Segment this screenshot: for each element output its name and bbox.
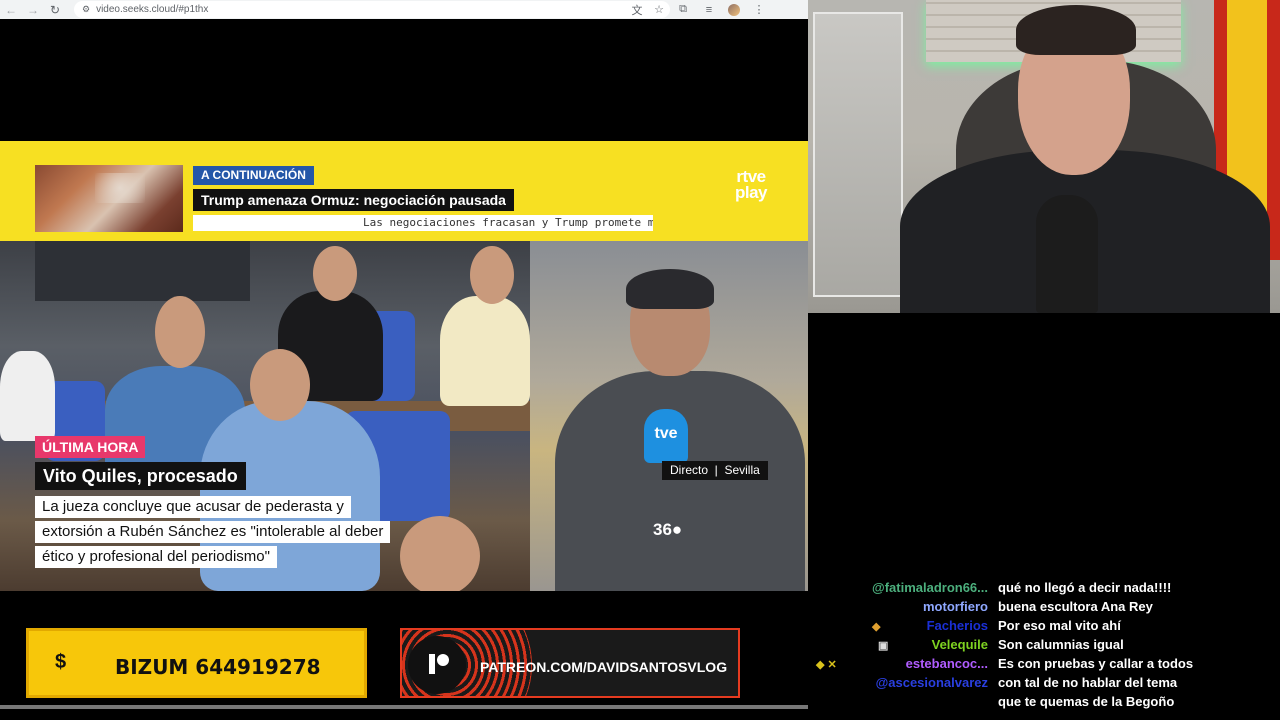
- headline-body-line: extorsión a Rubén Sánchez es "intolerabl…: [35, 521, 391, 543]
- stream-layout: ← → ↻ ⚙ video.seeks.cloud/#p1thx 文 ☆ ⧉ ≡…: [0, 0, 1280, 720]
- audience-face: [155, 296, 205, 368]
- chat-username: Velequile: [931, 637, 988, 652]
- extensions-icon[interactable]: ⧉: [670, 0, 696, 19]
- chat-badge-icon: ◆ ✕: [816, 659, 837, 671]
- chat-overlay: @fatimaladron66... qué no llegó a decir …: [808, 580, 1280, 715]
- patreon-logo-dot-icon: [437, 654, 449, 666]
- chat-badge-icon: ▣: [878, 640, 889, 652]
- chat-message: ◆ ✕ estebancoc... Es con pruebas y calla…: [808, 656, 1280, 675]
- chat-message: motorfiero buena escultora Ana Rey: [808, 599, 1280, 618]
- chat-text: Por eso mal vito ahí: [998, 618, 1121, 633]
- headline-body-line: ético y profesional del periodismo": [35, 546, 277, 568]
- chat-text: con tal de no hablar del tema: [998, 675, 1178, 690]
- studio-monitor: [35, 241, 250, 301]
- forward-icon[interactable]: →: [22, 0, 44, 19]
- chat-message: que te quemas de la Begoño: [808, 694, 1280, 713]
- bizum-dollar-icon: $: [55, 651, 67, 673]
- chat-username: @fatimaladron66...: [872, 580, 988, 595]
- breaking-news-tag: ÚLTIMA HORA: [35, 436, 146, 458]
- site-info-icon[interactable]: ⚙: [82, 4, 90, 15]
- up-next-thumbnail: [35, 165, 183, 232]
- chat-text: buena escultora Ana Rey: [998, 599, 1153, 614]
- display-shelf: [813, 12, 903, 297]
- chat-username: @ascesionalvarez: [875, 675, 988, 690]
- chat-text: qué no llegó a decir nada!!!!: [998, 580, 1172, 595]
- chat-badge-icon: ◆: [872, 621, 881, 633]
- reload-icon[interactable]: ↻: [44, 0, 66, 19]
- patreon-label: PATREON.COM/DAVIDSANTOSVLOG: [480, 659, 728, 675]
- media-controls-icon[interactable]: ≡: [696, 0, 722, 19]
- audience-person: [440, 296, 530, 406]
- logo-360: 36●: [653, 520, 683, 539]
- address-bar[interactable]: ⚙ video.seeks.cloud/#p1thx 文 ☆: [74, 1, 670, 18]
- chat-message: @ascesionalvarez con tal de no hablar de…: [808, 675, 1280, 694]
- reporter-figure: [555, 371, 805, 591]
- audience-face: [250, 349, 310, 421]
- streamer-hair: [1016, 5, 1136, 55]
- bizum-label: BIZUM 644919278: [115, 655, 321, 679]
- chat-text: Es con pruebas y callar a todos: [998, 656, 1194, 671]
- chat-text: que te quemas de la Begoño: [998, 694, 1175, 709]
- chat-username: estebancoc...: [905, 656, 988, 671]
- player-progress-bar[interactable]: [0, 705, 808, 709]
- streamer-microphone: [1036, 195, 1098, 313]
- rtve-play-logo: rtve play: [735, 167, 768, 202]
- headline: Vito Quiles, procesado: [35, 462, 246, 490]
- reporter-hair: [626, 269, 714, 309]
- streamer-webcam: [808, 0, 1280, 313]
- chat-message: ◆ Facherios Por eso mal vito ahí: [808, 618, 1280, 637]
- patreon-logo-icon: [429, 654, 435, 674]
- back-icon[interactable]: ←: [0, 0, 22, 19]
- tve-microphone: tve: [644, 409, 688, 463]
- bookmark-star-icon[interactable]: ☆: [648, 3, 670, 16]
- chat-message: @fatimaladron66... qué no llegó a decir …: [808, 580, 1280, 599]
- browser-toolbar: ← → ↻ ⚙ video.seeks.cloud/#p1thx 文 ☆ ⧉ ≡…: [0, 0, 808, 19]
- chat-username: Facherios: [926, 618, 988, 633]
- bizum-banner: $ BIZUM 644919278: [26, 628, 367, 698]
- menu-kebab-icon[interactable]: ⋮: [746, 0, 772, 19]
- patreon-banner: PATREON.COM/DAVIDSANTOSVLOG: [400, 628, 740, 698]
- chat-text: Son calumnias igual: [998, 637, 1124, 652]
- up-next-tag: A CONTINUACIÓN: [193, 166, 314, 185]
- up-next-banner: A CONTINUACIÓN Trump amenaza Ormuz: nego…: [0, 141, 808, 241]
- patreon-logo-disc: [408, 636, 466, 694]
- headline-body-line: La jueza concluye que acusar de pederast…: [35, 496, 351, 518]
- audience-face: [400, 516, 480, 591]
- audience-face: [470, 246, 514, 304]
- up-next-title: Trump amenaza Ormuz: negociación pausada: [193, 189, 514, 211]
- location-label: Directo | Sevilla: [662, 461, 768, 480]
- up-next-subtitle: Las negociaciones fracasan y Trump prome…: [193, 215, 653, 231]
- audience-face: [313, 246, 357, 301]
- chat-username: motorfiero: [923, 599, 988, 614]
- url-text[interactable]: video.seeks.cloud/#p1thx: [96, 4, 626, 15]
- translate-icon[interactable]: 文: [626, 2, 648, 18]
- audience-person: [0, 351, 55, 441]
- profile-avatar[interactable]: [728, 3, 740, 16]
- chat-message: ▣ Velequile Son calumnias igual: [808, 637, 1280, 656]
